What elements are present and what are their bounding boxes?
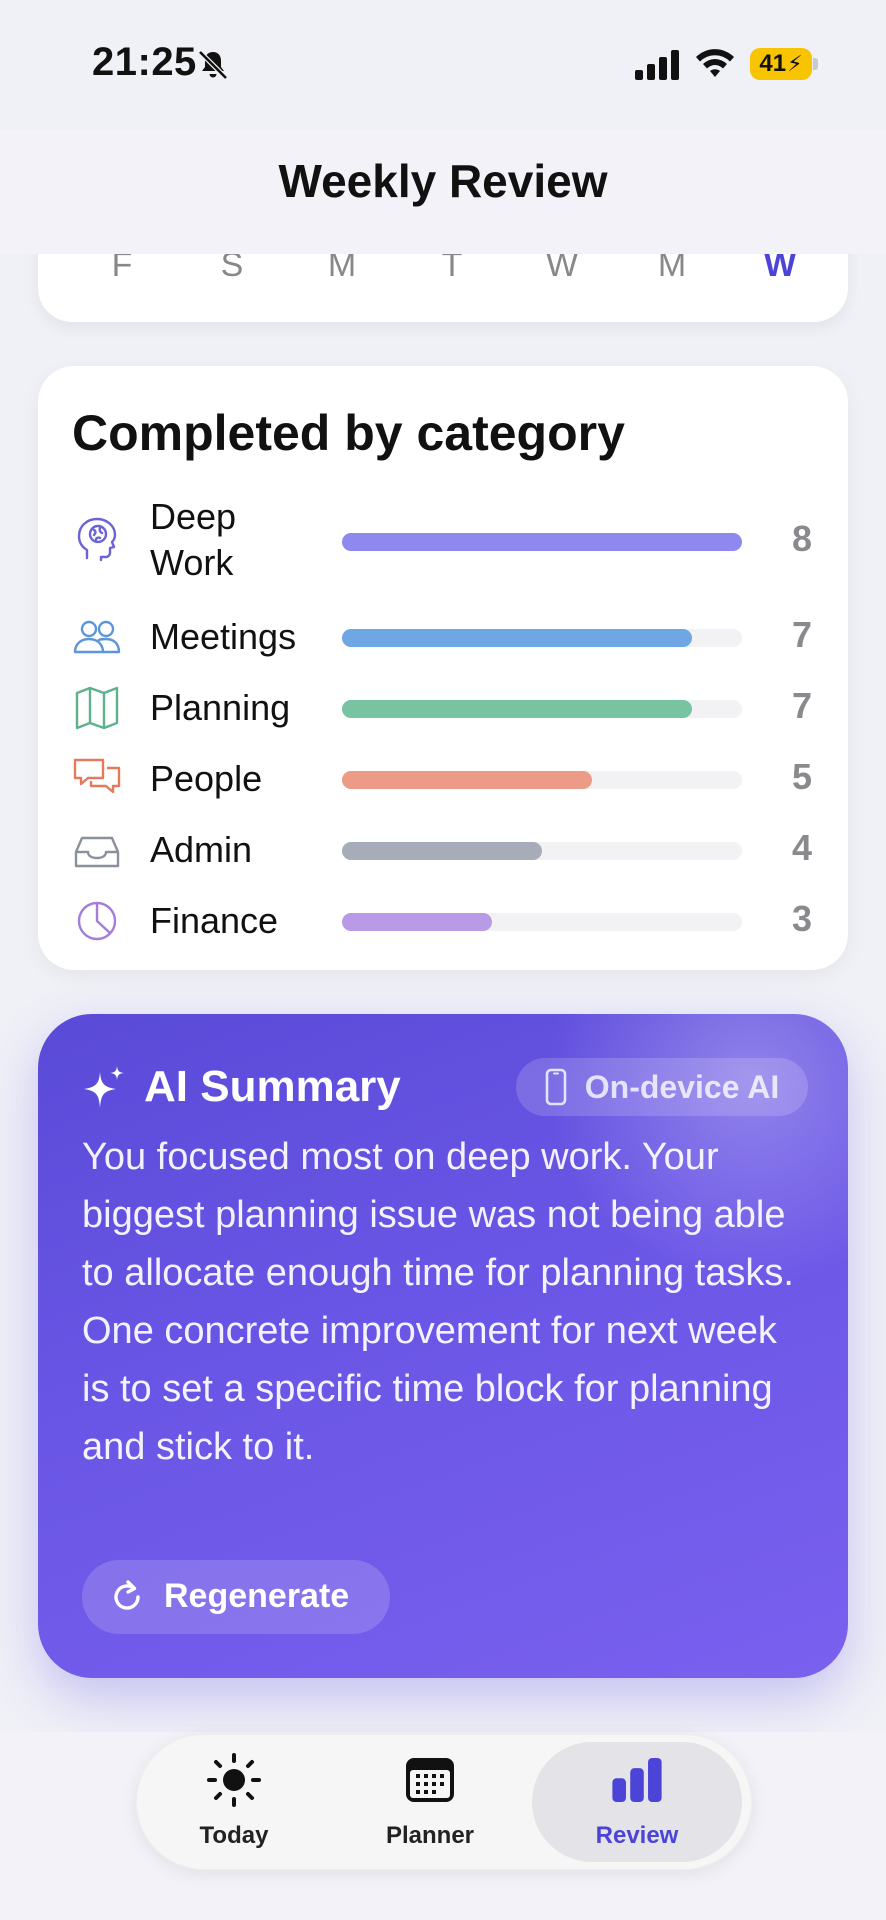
tab-today[interactable]: Today (136, 1734, 332, 1870)
category-bar-track (342, 700, 742, 718)
bell-slash-icon (198, 50, 228, 80)
category-label: Planning (150, 687, 291, 728)
ai-summary-title: AI Summary (144, 1062, 401, 1111)
category-bar-track (342, 771, 742, 789)
category-count: 5 (791, 756, 812, 797)
charging-bolt-icon: ⚡ (787, 51, 803, 76)
cellular-signal-icon (635, 50, 679, 80)
category-count: 4 (791, 827, 812, 868)
category-label-line: Work (150, 542, 234, 583)
sparkles-icon (84, 1066, 124, 1108)
category-label: People (150, 758, 263, 799)
category-bar (342, 629, 692, 647)
category-label: Meetings (150, 616, 297, 657)
regenerate-label: Regenerate (164, 1577, 350, 1615)
card-title: Completed by category (72, 405, 625, 461)
category-row-people: People 5 (38, 750, 848, 810)
category-label: Deep Work (150, 494, 236, 586)
category-count: 7 (791, 614, 812, 655)
tab-bar-area: Today Planner Review (0, 1732, 886, 1920)
map-icon (75, 686, 119, 730)
navigation-header: Weekly Review (0, 130, 886, 254)
category-bar (342, 913, 492, 931)
category-bar (342, 842, 542, 860)
category-row-meetings: Meetings 7 (38, 608, 848, 668)
ai-summary-text: You focused most on deep work. Your bigg… (82, 1136, 794, 1468)
badge-label: On-device AI (584, 1068, 780, 1105)
category-count: 7 (791, 685, 812, 726)
status-bar: 21:25 41 ⚡ (0, 0, 886, 130)
iphone-icon (545, 1068, 567, 1106)
chat-bubbles-icon (73, 758, 121, 794)
tab-label: Review (595, 1822, 679, 1849)
tab-planner[interactable]: Planner (332, 1734, 528, 1870)
tab-review[interactable]: Review (532, 1742, 742, 1862)
category-bar (342, 771, 592, 789)
ai-summary-card: AI Summary On-device AI You focused most… (38, 1014, 848, 1678)
status-time: 21:25 (92, 40, 197, 84)
tab-bar: Today Planner Review (136, 1734, 752, 1870)
tab-label: Today (199, 1822, 269, 1849)
category-count: 3 (791, 898, 812, 939)
calendar-icon (406, 1758, 454, 1802)
on-device-ai-badge: On-device AI (516, 1058, 808, 1116)
tab-label: Planner (385, 1822, 475, 1849)
completed-by-category-card: Completed by category Deep Work 8 Meetin… (38, 366, 848, 970)
category-bar-track (342, 533, 742, 551)
page-title: Weekly Review (278, 155, 608, 207)
category-row-planning: Planning 7 (38, 679, 848, 739)
category-label: Admin (150, 829, 253, 870)
category-count: 8 (791, 518, 812, 559)
battery-level: 41 (759, 50, 787, 77)
pie-chart-icon (77, 901, 117, 941)
wifi-icon (696, 49, 734, 77)
category-bar (342, 700, 692, 718)
bar-chart-icon (612, 1757, 662, 1803)
category-row-admin: Admin 4 (38, 821, 848, 881)
tray-icon (74, 836, 120, 868)
brain-icon (77, 517, 117, 562)
battery-indicator: 41 ⚡ (750, 48, 812, 80)
category-row-deep-work: Deep Work 8 (38, 494, 848, 590)
sun-icon (207, 1753, 261, 1807)
refresh-icon (114, 1580, 140, 1610)
people-icon (73, 620, 121, 654)
regenerate-button[interactable]: Regenerate (82, 1560, 390, 1634)
category-row-finance: Finance 3 (38, 892, 848, 952)
week-days: F S M T W M W (38, 246, 848, 306)
category-label-line: Deep (150, 496, 237, 537)
category-bar-track (342, 842, 742, 860)
battery-tip (813, 58, 818, 70)
category-label: Finance (150, 900, 279, 941)
category-bar (342, 533, 742, 551)
category-bar-track (342, 629, 742, 647)
category-bar-track (342, 913, 742, 931)
